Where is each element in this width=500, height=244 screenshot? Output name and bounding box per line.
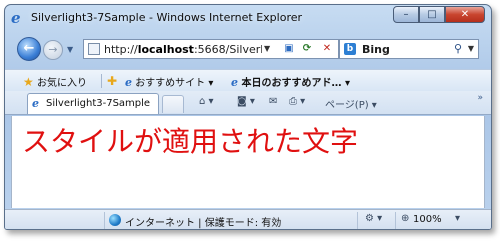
status-bar: インターネット | 保護モード: 有効 ⚙ ▾ ⊕ 100% ▾ [5,209,491,229]
ie-logo-icon: e [11,9,21,27]
home-button[interactable]: ⌂ ▾ [199,96,214,107]
ie-page-icon: e [125,76,132,89]
favorites-button[interactable]: ★ お気に入り [23,74,87,89]
todays-picks-dropdown: ▾ [344,78,350,89]
feeds-button[interactable]: ◙ ▾ [237,96,255,107]
title-bar[interactable]: e Silverlight3-7Sample - Windows Interne… [5,5,491,31]
tab-ie-icon: e [32,97,39,110]
address-dropdown[interactable]: ▼ [264,44,270,53]
minimize-button[interactable]: – [393,6,419,23]
add-favorites-button[interactable]: ✚ [107,74,117,88]
tab-row: e Silverlight3-7Sample ⌂ ▾ ◙ ▾ ✉ ⎙ ▾ ページ… [5,91,491,115]
address-row: ← → ▼ http://localhost:5668/Silverlight … [5,33,491,67]
refresh-icon[interactable]: ⟳ [298,41,316,57]
url-host: localhost [137,43,194,56]
styled-text: スタイルが適用された文字 [22,125,359,158]
globe-icon [109,214,121,226]
recent-pages-dropdown[interactable]: ▼ [67,45,73,54]
divider [357,212,358,229]
status-text-area [5,212,105,229]
security-icon[interactable]: ⚙ ▾ [365,213,382,224]
divider [101,74,102,88]
security-zone[interactable]: インターネット | 保護モード: 有効 [125,214,281,229]
back-icon: ← [23,41,35,56]
tab-label: Silverlight3-7Sample [46,98,151,109]
page-menu[interactable]: ページ(P) ▾ [325,96,377,111]
close-button[interactable]: ✕ [445,6,485,23]
feeds-icon: ◙ [237,96,247,107]
suggested-sites-link[interactable]: e おすすめサイト ▾ [125,74,213,89]
window-title: Silverlight3-7Sample - Windows Internet … [31,11,303,24]
maximize-button[interactable]: □ [419,6,445,23]
mail-icon: ✉ [269,96,278,107]
back-button[interactable]: ← [17,37,41,61]
divider [395,212,396,229]
zoom-dropdown[interactable]: ▾ [455,213,460,224]
compat-view-icon[interactable]: ▣ [280,41,298,57]
suggested-sites-label: おすすめサイト ▾ [135,78,214,89]
search-provider[interactable]: Bing [362,43,390,56]
bing-icon: b [344,43,356,55]
url-rest: :5668/Silverlight [193,43,262,56]
search-icon[interactable]: ⚲ [454,42,462,55]
home-icon: ⌂ [199,96,206,107]
print-button[interactable]: ⎙ ▾ [289,96,305,107]
mail-button[interactable]: ✉ [269,96,277,107]
favorites-bar: ★ お気に入り ✚ e おすすめサイト ▾ e 本日のおすすめアド… ▾ [5,69,491,91]
todays-picks-label: 本日のおすすめアド… [241,78,342,89]
search-box[interactable]: b Bing ⚲ ▼ [339,39,479,59]
url-prefix: http:// [104,43,138,56]
new-tab-button[interactable] [162,95,184,113]
print-icon: ⎙ [289,96,297,107]
forward-button[interactable]: → [43,40,63,60]
command-overflow[interactable]: » [477,93,483,103]
forward-icon: → [48,43,58,56]
browser-window: e Silverlight3-7Sample - Windows Interne… [4,4,492,230]
address-input[interactable]: http://localhost:5668/Silverlight [104,43,262,56]
add-favorites-icon: ✚ [107,74,118,88]
page-icon [88,43,100,55]
caption-buttons: – □ ✕ [393,6,485,24]
page-content: スタイルが適用された文字 [11,116,485,208]
favorites-label: お気に入り [36,78,87,89]
tab-active[interactable]: e Silverlight3-7Sample [27,93,159,114]
todays-picks-link[interactable]: e 本日のおすすめアド… ▾ [231,74,350,89]
favorites-star-icon: ★ [23,75,34,89]
address-bar[interactable]: http://localhost:5668/Silverlight ▼ ▣ ⟳ … [83,39,339,59]
search-dropdown[interactable]: ▼ [468,44,474,53]
ie-page-icon: e [231,76,238,89]
zoom-level[interactable]: 100% [413,214,442,225]
stop-icon[interactable]: ✕ [318,41,336,57]
zoom-icon: ⊕ [401,213,410,224]
